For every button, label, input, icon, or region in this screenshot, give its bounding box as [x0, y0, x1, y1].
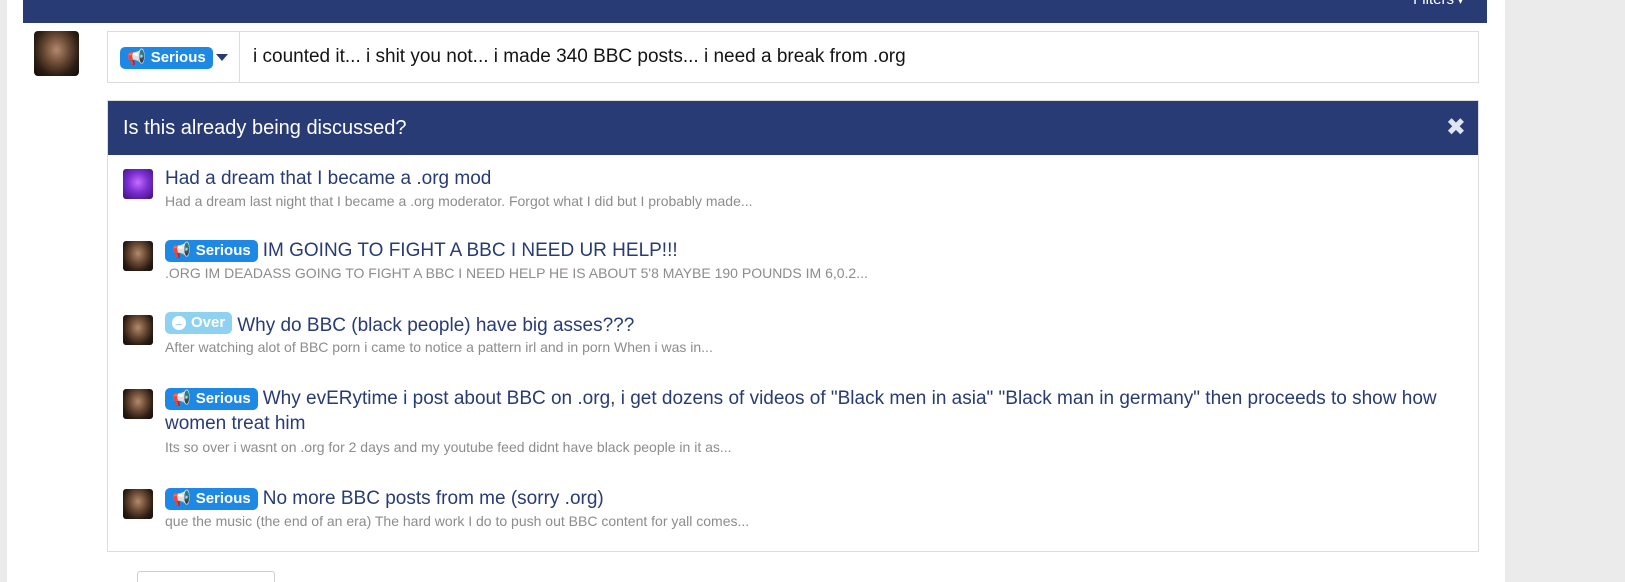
thread-title-text[interactable]: IM GOING TO FIGHT A BBC I NEED UR HELP!!… — [263, 240, 678, 261]
filters-label: Filters — [1413, 0, 1454, 8]
chevron-down-icon: ▾ — [1457, 0, 1463, 7]
thread-title-text[interactable]: Had a dream that I became a .org mod — [165, 168, 491, 189]
prefix-badge-serious[interactable]: 📢 Serious — [165, 488, 258, 510]
thread-title-text[interactable]: Why evERytime i post about BBC on .org, … — [165, 388, 1437, 434]
similar-threads-heading: Is this already being discussed? — [123, 117, 407, 139]
thread-title-link[interactable]: 📢 Serious IM GOING TO FIGHT A BBC I NEED U… — [165, 238, 1455, 263]
avatar[interactable] — [123, 389, 153, 419]
prefix-badge-serious[interactable]: 📢 Serious — [165, 240, 258, 262]
top-navigation-bar: Filters▾ — [23, 0, 1487, 23]
thread-snippet: .ORG IM DEADASS GOING TO FIGHT A BBC I N… — [165, 265, 868, 281]
frown-icon — [172, 316, 186, 330]
megaphone-icon: 📢 — [172, 390, 191, 407]
megaphone-icon: 📢 — [172, 490, 191, 507]
prefix-label: Serious — [195, 490, 251, 507]
filters-button[interactable]: Filters▾ — [1413, 0, 1463, 8]
thread-snippet: Its so over i wasnt on .org for 2 days a… — [165, 439, 732, 455]
thread-title-row: 📢 Serious — [107, 31, 1479, 83]
megaphone-icon: 📢 — [172, 242, 191, 259]
thread-snippet: que the music (the end of an era) The ha… — [165, 513, 750, 529]
avatar[interactable] — [123, 315, 153, 345]
avatar[interactable] — [123, 241, 153, 271]
thread-title-link[interactable]: 📢 Serious Why evERytime i post about BBC o… — [165, 386, 1455, 436]
thread-snippet: Had a dream last night that I became a .… — [165, 193, 753, 209]
avatar[interactable] — [123, 169, 153, 199]
similar-threads-header: Is this already being discussed? ✖ — [108, 101, 1478, 155]
thread-title-text[interactable]: No more BBC posts from me (sorry .org) — [263, 488, 604, 509]
thread-title-input[interactable] — [241, 32, 1477, 82]
prefix-label: Over — [191, 314, 226, 331]
megaphone-icon: 📢 — [127, 49, 146, 66]
left-gutter — [0, 0, 7, 582]
right-background — [1505, 0, 1625, 582]
prefix-badge-over[interactable]: Over — [165, 312, 233, 334]
thread-snippet: After watching alot of BBC porn i came t… — [165, 339, 713, 355]
avatar[interactable] — [123, 489, 153, 519]
prefix-label: Serious — [195, 390, 251, 407]
secondary-button[interactable] — [137, 571, 275, 582]
thread-title-link[interactable]: Had a dream that I became a .org mod — [165, 166, 1455, 191]
prefix-label: Serious — [150, 49, 206, 66]
prefix-badge-serious[interactable]: 📢 Serious — [165, 388, 258, 410]
prefix-dropdown-caret-icon[interactable] — [216, 54, 228, 61]
similar-threads-panel: Is this already being discussed? ✖ Had a… — [107, 100, 1479, 552]
prefix-badge-serious[interactable]: 📢 Serious — [120, 47, 213, 69]
thread-title-link[interactable]: Over Why do BBC (black people) have big a… — [165, 312, 1455, 338]
thread-title-text[interactable]: Why do BBC (black people) have big asses… — [237, 315, 634, 336]
prefix-label: Serious — [195, 242, 251, 259]
avatar[interactable] — [34, 31, 79, 76]
thread-title-link[interactable]: 📢 Serious No more BBC posts from me (sorry… — [165, 486, 1455, 511]
prefix-selector[interactable]: 📢 Serious — [108, 32, 240, 82]
close-icon[interactable]: ✖ — [1446, 101, 1466, 155]
